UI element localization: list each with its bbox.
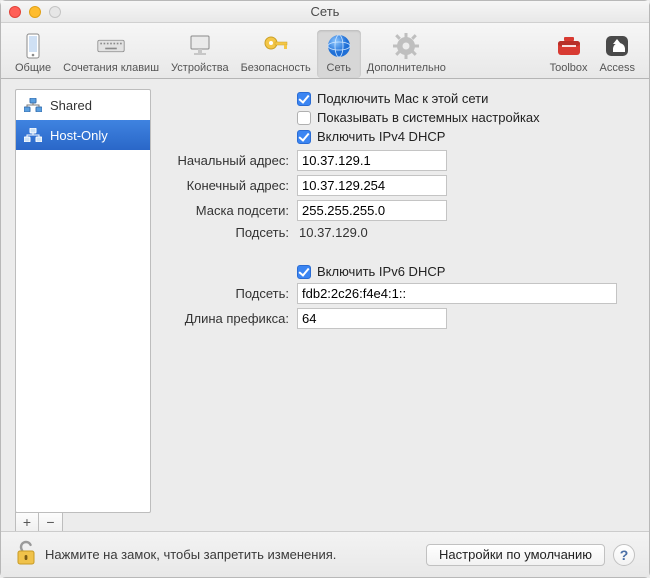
- globe-icon: [325, 32, 353, 60]
- checkbox-label: Показывать в системных настройках: [317, 110, 540, 125]
- v4-subnet-label: Подсеть:: [155, 225, 297, 240]
- window-title: Сеть: [311, 4, 340, 19]
- lock-icon[interactable]: [15, 540, 37, 569]
- sidebar-item-label: Host-Only: [50, 128, 108, 143]
- close-window-button[interactable]: [9, 6, 21, 18]
- show-system-checkbox[interactable]: Показывать в системных настройках: [297, 110, 540, 125]
- toolbar-label: Сеть: [327, 62, 351, 74]
- traffic-lights: [9, 6, 61, 18]
- add-network-button[interactable]: +: [15, 512, 39, 532]
- show-system-input[interactable]: [297, 111, 311, 125]
- restore-defaults-button[interactable]: Настройки по умолчанию: [426, 544, 605, 566]
- toolbar-label: Сочетания клавиш: [63, 62, 159, 74]
- network-list: Shared Host-Only: [15, 89, 151, 513]
- sidebar-item-label: Shared: [50, 98, 92, 113]
- lock-text: Нажмите на замок, чтобы запретить измене…: [45, 547, 336, 562]
- connect-mac-checkbox[interactable]: Подключить Mac к этой сети: [297, 91, 488, 106]
- footer: Нажмите на замок, чтобы запретить измене…: [1, 531, 649, 577]
- start-addr-label: Начальный адрес:: [155, 153, 297, 168]
- ipv6-dhcp-checkbox[interactable]: Включить IPv6 DHCP: [297, 264, 445, 279]
- display-icon: [186, 32, 214, 60]
- ipv4-dhcp-input[interactable]: [297, 130, 311, 144]
- access-icon: [603, 32, 631, 60]
- mask-input[interactable]: [297, 200, 447, 221]
- network-settings-panel: Подключить Mac к этой сети Показывать в …: [151, 79, 649, 532]
- phone-icon: [19, 32, 47, 60]
- v4-subnet-value: 10.37.129.0: [297, 225, 368, 240]
- sidebar-item-shared[interactable]: Shared: [16, 90, 150, 120]
- mask-label: Маска подсети:: [155, 203, 297, 218]
- remove-network-button[interactable]: −: [39, 512, 63, 532]
- end-addr-input[interactable]: [297, 175, 447, 196]
- toolbar-label: Безопасность: [241, 62, 311, 74]
- toolbar-label: Дополнительно: [367, 62, 446, 74]
- network-icon: [24, 128, 42, 142]
- sidebar-buttons: + −: [15, 512, 151, 532]
- v6-subnet-input[interactable]: [297, 283, 617, 304]
- toolbar-label: Общие: [15, 62, 51, 74]
- main-area: Shared Host-Only + − Подключить Mac к эт…: [1, 79, 649, 532]
- sidebar-item-host-only[interactable]: Host-Only: [16, 120, 150, 150]
- network-icon: [24, 98, 42, 112]
- help-button[interactable]: ?: [613, 544, 635, 566]
- toolbox-icon: [555, 32, 583, 60]
- toolbar-label: Устройства: [171, 62, 229, 74]
- prefix-len-label: Длина префикса:: [155, 311, 297, 326]
- prefix-len-input[interactable]: [297, 308, 447, 329]
- checkbox-label: Подключить Mac к этой сети: [317, 91, 488, 106]
- zoom-window-button[interactable]: [49, 6, 61, 18]
- toolbar-label: Toolbox: [550, 62, 588, 74]
- start-addr-input[interactable]: [297, 150, 447, 171]
- titlebar: Сеть: [1, 1, 649, 23]
- v6-subnet-label: Подсеть:: [155, 286, 297, 301]
- toolbar: Общие Сочетания клавиш Устройства Безопа…: [1, 23, 649, 79]
- toolbar-shortcuts[interactable]: Сочетания клавиш: [57, 30, 165, 78]
- toolbar-general[interactable]: Общие: [9, 30, 57, 78]
- gear-icon: [392, 32, 420, 60]
- toolbar-left-group: Общие Сочетания клавиш Устройства Безопа…: [9, 30, 452, 78]
- toolbar-devices[interactable]: Устройства: [165, 30, 235, 78]
- toolbar-label: Access: [600, 62, 635, 74]
- checkbox-label: Включить IPv6 DHCP: [317, 264, 445, 279]
- key-icon: [262, 32, 290, 60]
- end-addr-label: Конечный адрес:: [155, 178, 297, 193]
- keyboard-icon: [97, 32, 125, 60]
- checkbox-label: Включить IPv4 DHCP: [317, 129, 445, 144]
- ipv4-dhcp-checkbox[interactable]: Включить IPv4 DHCP: [297, 129, 445, 144]
- sidebar: Shared Host-Only + −: [1, 79, 151, 532]
- ipv6-dhcp-input[interactable]: [297, 265, 311, 279]
- toolbar-toolbox[interactable]: Toolbox: [544, 30, 594, 78]
- minimize-window-button[interactable]: [29, 6, 41, 18]
- toolbar-access[interactable]: Access: [594, 30, 641, 78]
- toolbar-network[interactable]: Сеть: [317, 30, 361, 78]
- toolbar-advanced[interactable]: Дополнительно: [361, 30, 452, 78]
- connect-mac-input[interactable]: [297, 92, 311, 106]
- toolbar-security[interactable]: Безопасность: [235, 30, 317, 78]
